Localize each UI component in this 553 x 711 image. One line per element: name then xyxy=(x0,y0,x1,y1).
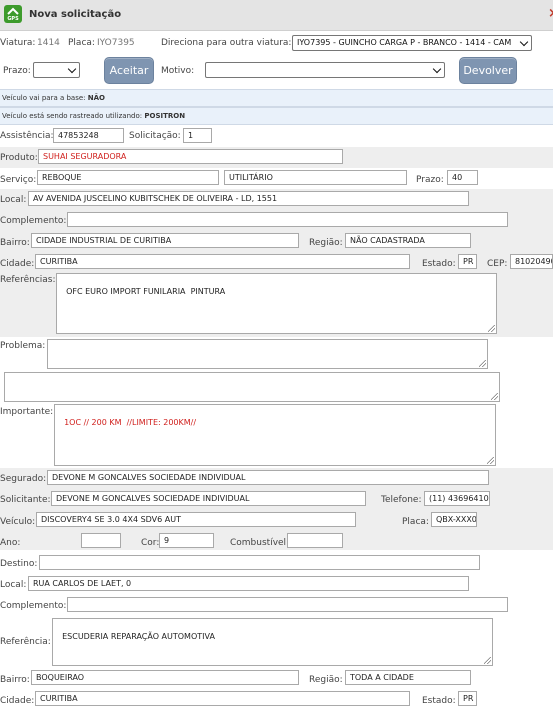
devolver-button[interactable]: Devolver xyxy=(459,57,517,84)
base-info-value: NÃO xyxy=(87,94,105,102)
veiculo-label: Veículo: xyxy=(0,517,36,527)
destino-regiao-label: Região: xyxy=(309,675,343,685)
local-label: Local: xyxy=(0,195,27,205)
resize-grip-icon[interactable] xyxy=(491,393,498,400)
problema-extra-textarea[interactable] xyxy=(4,372,500,402)
estado-label: Estado: xyxy=(422,259,456,269)
servico-label: Serviço: xyxy=(0,175,37,185)
segurado-field[interactable]: DEVONE M GONCALVES SOCIEDADE INDIVIDUAL xyxy=(47,470,489,485)
aceitar-button[interactable]: Aceitar xyxy=(104,57,154,84)
cor-field[interactable]: 9 xyxy=(159,533,214,548)
destino-complemento-field[interactable] xyxy=(67,597,508,612)
ano-field[interactable] xyxy=(81,533,121,548)
destino-label: Destino: xyxy=(0,559,38,569)
solicitacao-label: Solicitação: xyxy=(129,131,181,141)
close-icon[interactable]: × xyxy=(548,6,553,21)
destino-cidade-field[interactable]: CURITIBA xyxy=(35,691,410,706)
placa-label: Placa: xyxy=(68,38,95,48)
resize-grip-icon[interactable] xyxy=(484,657,491,664)
complemento-field[interactable] xyxy=(67,212,508,227)
direciona-select[interactable]: IYO7395 - GUINCHO CARGA P - BRANCO - 141… xyxy=(292,35,532,51)
tracking-info-bar: Veículo está sendo rastreado utilizando:… xyxy=(0,107,553,125)
produto-field[interactable]: SUHAI SEGURADORA xyxy=(38,149,343,164)
segurado-label: Segurado: xyxy=(0,474,47,484)
destino-referencia-text: ESCUDERIA REPARAÇÃO AUTOMOTIVA xyxy=(62,632,215,641)
chevron-down-icon xyxy=(67,64,77,74)
tracking-info-value: POSITRON xyxy=(144,112,186,120)
destino-bairro-field[interactable]: BOQUEIRAO xyxy=(31,670,299,685)
app-logo-icon: GPS xyxy=(4,5,22,23)
regiao-label: Região: xyxy=(309,238,343,248)
cliente-placa-field[interactable]: QBX-XXX0 xyxy=(431,512,477,527)
destino-cidade-label: Cidade: xyxy=(0,696,35,706)
destino-bairro-label: Bairro: xyxy=(0,675,30,685)
motivo-label: Motivo: xyxy=(161,66,195,76)
combustivel-field[interactable] xyxy=(287,533,343,548)
destino-complemento-label: Complemento: xyxy=(0,601,67,611)
assistencia-label: Assistência: xyxy=(0,131,54,141)
motivo-select[interactable] xyxy=(205,62,445,78)
prazo-select[interactable] xyxy=(33,62,80,78)
resize-grip-icon[interactable] xyxy=(488,325,495,332)
problema-textarea[interactable] xyxy=(47,339,488,369)
cidade-label: Cidade: xyxy=(0,259,35,269)
local-field[interactable]: AV AVENIDA JUSCELINO KUBITSCHEK DE OLIVE… xyxy=(28,191,469,206)
importante-textarea[interactable]: 1OC // 200 KM //LIMITE: 200KM// xyxy=(54,404,496,466)
cep-label: CEP: xyxy=(487,259,508,269)
chevron-down-icon xyxy=(432,64,442,74)
veiculo-field[interactable]: DISCOVERY4 SE 3.0 4X4 SDV6 AUT xyxy=(36,512,356,527)
base-info-bar: Veículo vai para a base: NÃO xyxy=(0,89,553,107)
cidade-field[interactable]: CURITIBA xyxy=(35,254,410,269)
destino-local-label: Local: xyxy=(0,580,27,590)
servico-prazo-label: Prazo: xyxy=(416,175,444,185)
base-info-label: Veículo vai para a base: xyxy=(2,94,86,102)
title-bar: GPS Nova solicitação × xyxy=(0,0,553,31)
servico-field[interactable]: REBOQUE xyxy=(37,170,219,185)
importante-text: 1OC // 200 KM //LIMITE: 200KM// xyxy=(64,418,197,427)
tracking-info-label: Veículo está sendo rastreado utilizando: xyxy=(2,112,143,120)
solicitante-field[interactable]: DEVONE M GONCALVES SOCIEDADE INDIVIDUAL xyxy=(51,491,366,506)
viatura-value: 1414 xyxy=(37,38,60,48)
direciona-selected: IYO7395 - GUINCHO CARGA P - BRANCO - 141… xyxy=(297,38,512,47)
telefone-field[interactable]: (11) 43696410 xyxy=(424,491,490,506)
ano-label: Ano: xyxy=(0,538,21,548)
direciona-label: Direciona para outra viatura: xyxy=(161,38,292,48)
destino-referencia-label: Referência: xyxy=(0,637,51,647)
destino-estado-field[interactable]: PR xyxy=(458,691,477,706)
produto-label: Produto: xyxy=(0,153,38,163)
cor-label: Cor: xyxy=(141,538,160,548)
importante-label: Importante: xyxy=(0,407,54,417)
bairro-field[interactable]: CIDADE INDUSTRIAL DE CURITIBA xyxy=(31,233,299,248)
servico-prazo-field[interactable]: 40 xyxy=(447,170,478,185)
destino-estado-label: Estado: xyxy=(422,696,456,706)
bairro-label: Bairro: xyxy=(0,238,30,248)
destino-referencia-textarea[interactable]: ESCUDERIA REPARAÇÃO AUTOMOTIVA xyxy=(52,618,493,666)
destino-regiao-field[interactable]: TODA A CIDADE xyxy=(345,670,471,685)
referencias-label: Referências: xyxy=(0,275,56,285)
destino-field[interactable] xyxy=(39,555,480,570)
complemento-label: Complemento: xyxy=(0,216,67,226)
problema-label: Problema: xyxy=(0,341,46,351)
resize-grip-icon[interactable] xyxy=(479,360,486,367)
viatura-label: Viatura: xyxy=(0,38,36,48)
prazo-label: Prazo: xyxy=(3,66,31,76)
assistencia-field[interactable]: 47853248 xyxy=(53,128,124,143)
referencias-text: OFC EURO IMPORT FUNILARIA PINTURA xyxy=(66,287,226,296)
solicitacao-field[interactable]: 1 xyxy=(183,128,212,143)
window-title: Nova solicitação xyxy=(29,9,122,20)
telefone-label: Telefone: xyxy=(381,495,422,505)
chevron-down-icon xyxy=(519,37,529,47)
combustivel-label: Combustível: xyxy=(230,538,290,548)
placa-value: IYO7395 xyxy=(97,38,135,48)
regiao-field[interactable]: NÃO CADASTRADA xyxy=(345,233,471,248)
referencias-textarea[interactable]: OFC EURO IMPORT FUNILARIA PINTURA xyxy=(56,273,497,334)
cliente-placa-label: Placa: xyxy=(402,517,429,527)
resize-grip-icon[interactable] xyxy=(487,457,494,464)
cep-field[interactable]: 81020490 xyxy=(510,254,553,269)
solicitante-label: Solicitante: xyxy=(0,495,51,505)
destino-local-field[interactable]: RUA CARLOS DE LAET, 0 xyxy=(28,576,469,591)
servico-tipo-field[interactable]: UTILITÁRIO xyxy=(224,170,407,185)
estado-field[interactable]: PR xyxy=(458,254,477,269)
